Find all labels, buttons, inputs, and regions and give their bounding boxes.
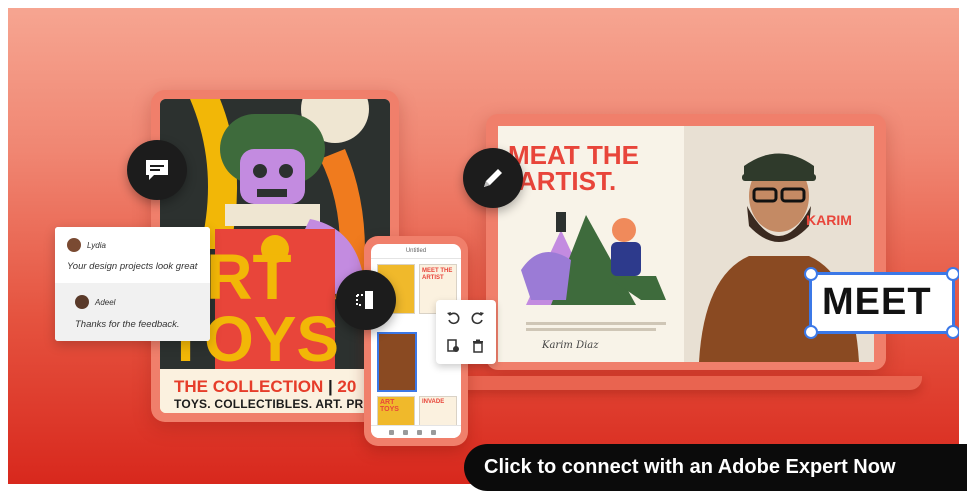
- crop-button[interactable]: [336, 270, 396, 330]
- comment-item[interactable]: Lydia Your design projects look great: [55, 227, 210, 279]
- resize-handle[interactable]: [804, 267, 818, 281]
- comment-author: Lydia: [87, 241, 106, 250]
- edit-button[interactable]: [463, 148, 523, 208]
- signature: Karim Diaz: [542, 340, 599, 351]
- collection-title: THE COLLECTION | 20: [174, 377, 357, 396]
- avatar: [67, 238, 81, 252]
- edit-toolbar: [436, 300, 496, 364]
- laptop-base: [442, 376, 922, 390]
- redo-icon[interactable]: [468, 308, 488, 328]
- share-icon[interactable]: [417, 430, 422, 435]
- collection-title-text: THE COLLECTION: [174, 377, 324, 396]
- undo-icon[interactable]: [443, 308, 463, 328]
- headline-line-1: MEAT THE: [508, 140, 639, 170]
- body-text-line: [526, 328, 656, 331]
- artist-headline: MEAT THE ARTIST.: [508, 142, 639, 194]
- trash-icon[interactable]: [468, 336, 488, 356]
- page-thumbnail[interactable]: INVADE: [419, 396, 457, 428]
- artist-name: KARIM: [806, 212, 852, 228]
- home-icon[interactable]: [389, 430, 394, 435]
- page-thumbnail[interactable]: ART TOYS: [377, 396, 415, 428]
- cta-label: Click to connect with an Adobe Expert No…: [484, 456, 896, 478]
- collection-subtitle: TOYS. COLLECTIBLES. ART. PRIN: [174, 397, 376, 411]
- cta-button[interactable]: Click to connect with an Adobe Expert No…: [464, 444, 967, 491]
- comment-author: Adeel: [95, 298, 116, 307]
- body-text-line: [526, 322, 666, 325]
- thumbnail-label: INVADE: [422, 399, 445, 405]
- thumbnail-label: MEET THE ARTIST: [422, 268, 453, 281]
- comment-icon: [146, 160, 168, 180]
- crop-icon: [356, 291, 373, 309]
- resize-handle[interactable]: [946, 267, 959, 281]
- meet-text-box[interactable]: MEET: [804, 267, 959, 339]
- thumbnail-label: ART TOYS: [380, 399, 399, 413]
- comment-button[interactable]: [127, 140, 187, 200]
- pencil-icon: [484, 169, 502, 187]
- headline-line-2: ARTIST.: [518, 166, 617, 196]
- meet-text: MEET: [822, 281, 932, 323]
- artist-illustration: [521, 212, 666, 305]
- artist-page: MEAT THE ARTIST. Karim Diaz: [498, 126, 684, 362]
- resize-handle[interactable]: [946, 325, 959, 339]
- hero-banner: ART TOYS THE COLLECTION | 20 TOYS. COLLE…: [8, 8, 959, 484]
- duplicate-icon[interactable]: [443, 336, 463, 356]
- comment-item[interactable]: Adeel Thanks for the feedback.: [55, 283, 210, 341]
- comment-text: Your design projects look great: [67, 261, 198, 272]
- comment-text: Thanks for the feedback.: [75, 319, 180, 330]
- resize-handle[interactable]: [804, 325, 818, 339]
- collection-caption: THE COLLECTION | 20 TOYS. COLLECTIBLES. …: [160, 369, 390, 413]
- page-thumbnail-selected[interactable]: [377, 332, 417, 392]
- avatar: [75, 295, 89, 309]
- settings-icon[interactable]: [431, 430, 436, 435]
- comments-panel: Lydia Your design projects look great Ad…: [55, 227, 210, 341]
- layers-icon[interactable]: [403, 430, 408, 435]
- collection-year: 20: [337, 377, 357, 396]
- phone-header: Untitled: [371, 244, 461, 259]
- phone-bottom-bar: [371, 425, 461, 438]
